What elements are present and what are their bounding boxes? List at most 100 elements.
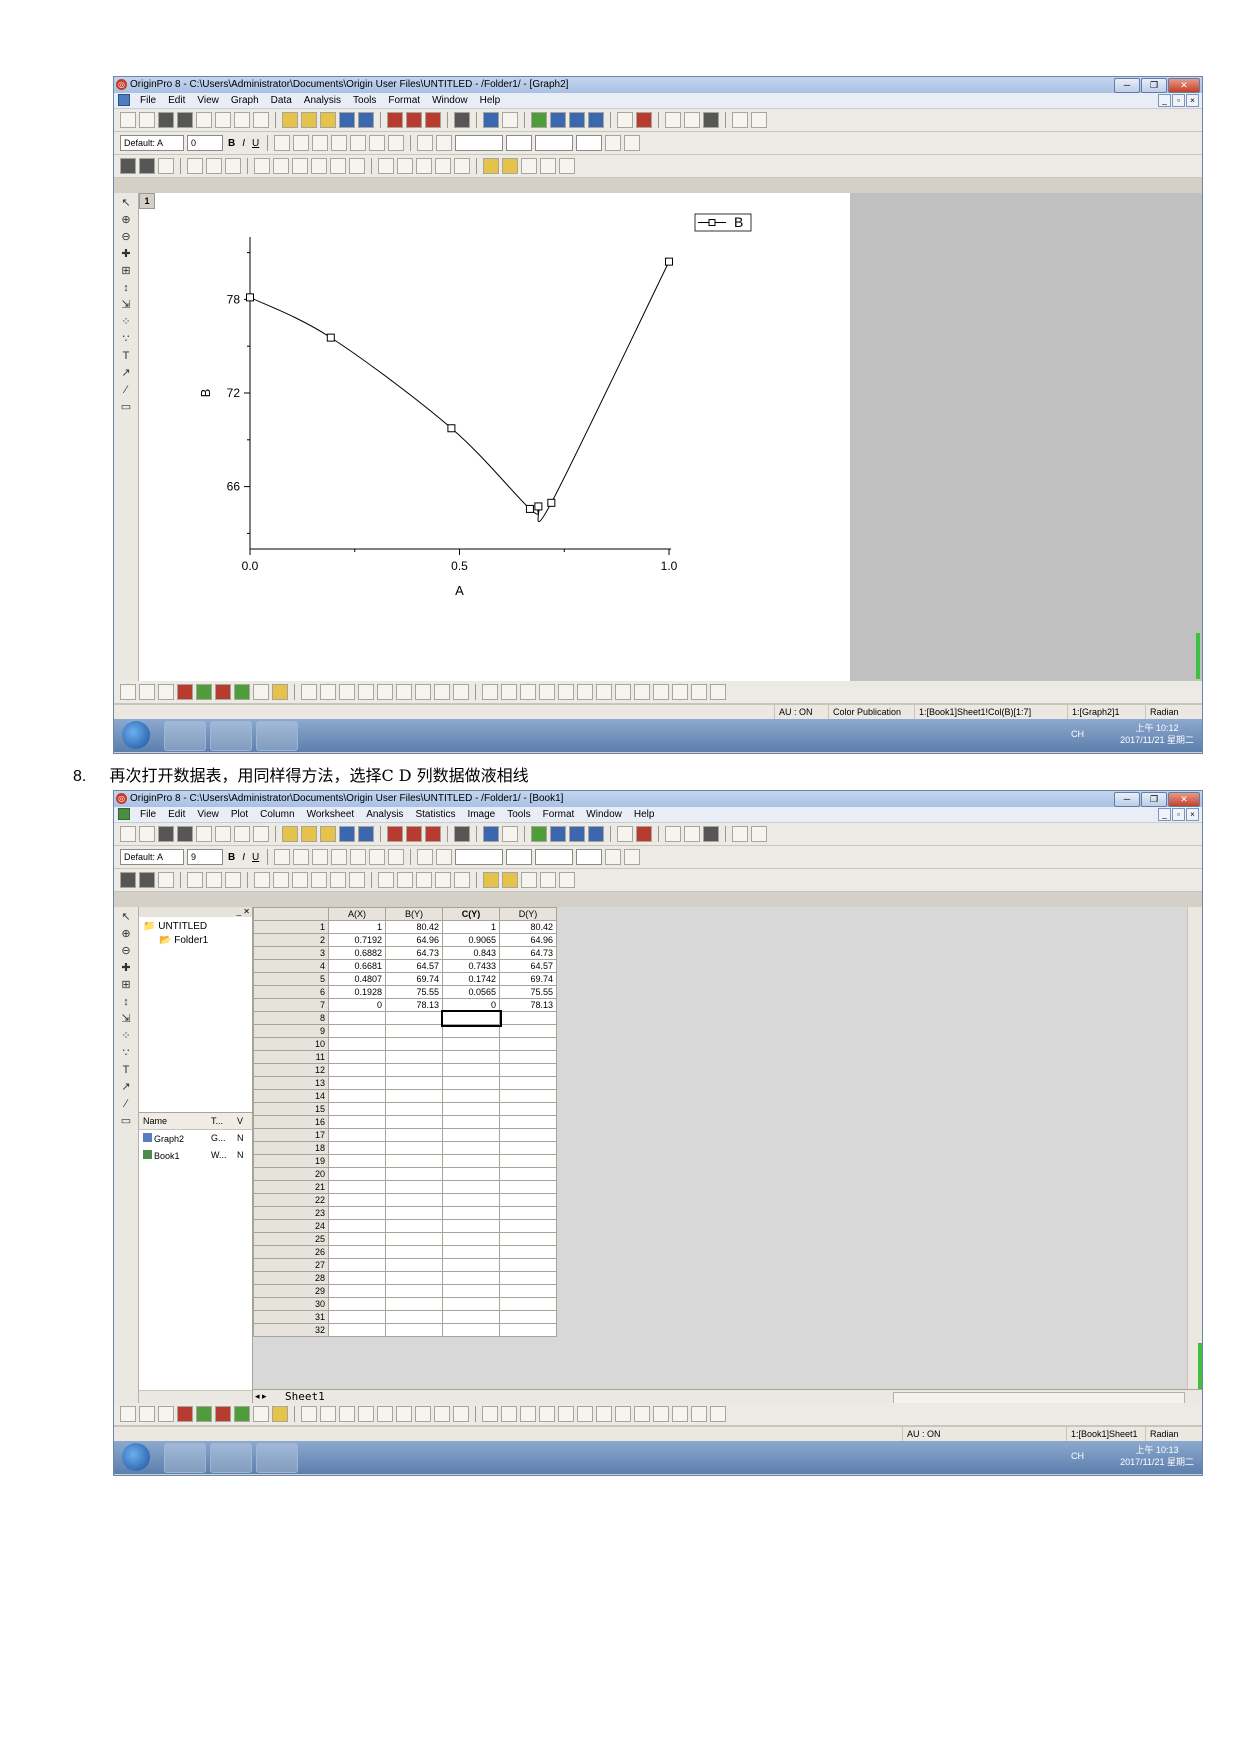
worksheet-cell[interactable] bbox=[442, 1219, 500, 1233]
worksheet-cell[interactable] bbox=[499, 1245, 557, 1259]
worksheet-cell[interactable] bbox=[385, 1076, 443, 1090]
font-size-field[interactable]: 0 bbox=[187, 135, 223, 151]
toolbar-button-icon[interactable] bbox=[320, 826, 336, 842]
toolbar-button-icon[interactable] bbox=[501, 1406, 517, 1422]
toolbar-button-icon[interactable] bbox=[502, 112, 518, 128]
worksheet-cell[interactable] bbox=[442, 1167, 500, 1181]
toolbar-button-icon[interactable] bbox=[158, 826, 174, 842]
toolbar-button-icon[interactable] bbox=[558, 684, 574, 700]
font-shrink-icon[interactable] bbox=[350, 135, 367, 151]
toolbar-button-icon[interactable] bbox=[634, 684, 650, 700]
arrow-tool-icon[interactable]: ↗ bbox=[119, 1080, 133, 1094]
menu-format[interactable]: Format bbox=[537, 807, 581, 822]
worksheet-cell[interactable] bbox=[499, 1076, 557, 1090]
worksheet-cell[interactable] bbox=[328, 1271, 386, 1285]
resize-grip[interactable] bbox=[1196, 633, 1200, 679]
menu-window[interactable]: Window bbox=[580, 807, 628, 822]
toolbar-button-icon[interactable] bbox=[358, 1406, 374, 1422]
toolbar-button-icon[interactable] bbox=[691, 684, 707, 700]
pattern-field[interactable] bbox=[535, 135, 574, 151]
toolbar-button-icon[interactable] bbox=[482, 1406, 498, 1422]
toolbar-button-icon[interactable] bbox=[120, 684, 136, 700]
worksheet-cell[interactable] bbox=[328, 1102, 386, 1116]
mask-icon[interactable]: ⁘ bbox=[119, 1029, 133, 1043]
line-tool-icon[interactable]: ∕ bbox=[119, 383, 133, 397]
data-reader-icon[interactable]: ⇲ bbox=[119, 298, 133, 312]
menu-tools[interactable]: Tools bbox=[347, 93, 382, 108]
worksheet-cell[interactable] bbox=[328, 1219, 386, 1233]
toolbar-button-icon[interactable] bbox=[177, 112, 193, 128]
mdi-minimize-button[interactable]: _ bbox=[1158, 94, 1171, 107]
toolbar-button-icon[interactable] bbox=[710, 684, 726, 700]
toolbar-button-icon[interactable] bbox=[691, 1406, 707, 1422]
row-header[interactable]: 31 bbox=[253, 1310, 329, 1324]
worksheet-cell[interactable] bbox=[499, 1037, 557, 1051]
toolbar-button-icon[interactable] bbox=[483, 112, 499, 128]
toolbar-button-icon[interactable] bbox=[531, 112, 547, 128]
scale-icon[interactable]: ↕ bbox=[119, 281, 133, 295]
data-reader-icon[interactable]: ⇲ bbox=[119, 1012, 133, 1026]
toolbar-button-icon[interactable] bbox=[339, 112, 355, 128]
toolbar-button-icon[interactable] bbox=[665, 112, 681, 128]
worksheet-cell[interactable]: 64.73 bbox=[499, 946, 557, 960]
menu-column[interactable]: Column bbox=[254, 807, 300, 822]
worksheet-cell[interactable]: 69.74 bbox=[385, 972, 443, 986]
toolbar-button-icon[interactable] bbox=[215, 684, 231, 700]
menu-edit[interactable]: Edit bbox=[162, 93, 191, 108]
worksheet-cell[interactable]: 75.55 bbox=[499, 985, 557, 999]
mdi-restore-button[interactable]: ▫ bbox=[1172, 94, 1185, 107]
data-point-marker[interactable] bbox=[246, 293, 254, 302]
row-header[interactable]: 14 bbox=[253, 1089, 329, 1103]
menu-plot[interactable]: Plot bbox=[225, 807, 254, 822]
toolbar-button-icon[interactable] bbox=[273, 872, 289, 888]
data-point-marker[interactable] bbox=[326, 333, 335, 342]
toolbar-button-icon[interactable] bbox=[540, 872, 556, 888]
line-width-field[interactable] bbox=[506, 849, 533, 865]
bold-button[interactable]: B bbox=[226, 852, 237, 863]
toolbar-button-icon[interactable] bbox=[358, 826, 374, 842]
worksheet-cell[interactable] bbox=[385, 1232, 443, 1246]
data-point-marker[interactable] bbox=[665, 257, 673, 266]
toolbar-button-icon[interactable] bbox=[531, 826, 547, 842]
toolbar-button-icon[interactable] bbox=[434, 1406, 450, 1422]
toolbar-button-icon[interactable] bbox=[254, 158, 270, 174]
screen-reader-icon[interactable]: ✚ bbox=[119, 961, 133, 975]
worksheet-cell[interactable]: 0 bbox=[442, 998, 500, 1012]
worksheet-cell[interactable] bbox=[328, 1258, 386, 1272]
worksheet-cell[interactable] bbox=[385, 1128, 443, 1142]
arrow-tool-icon[interactable]: ↗ bbox=[119, 366, 133, 380]
ie-taskbar-icon[interactable] bbox=[164, 721, 206, 751]
toolbar-button-icon[interactable] bbox=[387, 112, 403, 128]
worksheet-cell[interactable] bbox=[499, 1219, 557, 1233]
row-header[interactable]: 5 bbox=[253, 972, 329, 986]
worksheet-cell[interactable]: 0.4807 bbox=[328, 972, 386, 986]
toolbar-button-icon[interactable] bbox=[158, 158, 174, 174]
font-color-icon[interactable] bbox=[388, 135, 405, 151]
mdi-close-button[interactable]: × bbox=[1186, 808, 1199, 821]
fill-color-icon[interactable] bbox=[417, 135, 434, 151]
row-header[interactable]: 26 bbox=[253, 1245, 329, 1259]
worksheet-cell[interactable] bbox=[385, 1037, 443, 1051]
line-style-field[interactable] bbox=[455, 849, 504, 865]
toolbar-button-icon[interactable] bbox=[349, 872, 365, 888]
toolbar-button-icon[interactable] bbox=[120, 826, 136, 842]
worksheet-cell[interactable] bbox=[499, 1297, 557, 1311]
toolbar-button-icon[interactable] bbox=[577, 1406, 593, 1422]
border-icon[interactable] bbox=[624, 135, 641, 151]
worksheet-cell[interactable] bbox=[385, 1245, 443, 1259]
worksheet-cell[interactable]: 64.57 bbox=[385, 959, 443, 973]
font-size-field[interactable]: 9 bbox=[187, 849, 223, 865]
minimize-button[interactable]: ─ bbox=[1114, 78, 1140, 93]
toolbar-button-icon[interactable] bbox=[636, 826, 652, 842]
row-header[interactable]: 30 bbox=[253, 1297, 329, 1311]
worksheet-cell[interactable] bbox=[442, 1271, 500, 1285]
mdi-close-button[interactable]: × bbox=[1186, 94, 1199, 107]
toolbar-button-icon[interactable] bbox=[520, 684, 536, 700]
tree-item-untitled[interactable]: 📁 UNTITLED bbox=[143, 921, 248, 932]
toolbar-button-icon[interactable] bbox=[703, 826, 719, 842]
toolbar-button-icon[interactable] bbox=[187, 158, 203, 174]
line-color-icon[interactable] bbox=[436, 849, 453, 865]
worksheet-cell[interactable] bbox=[328, 1141, 386, 1155]
column-header[interactable]: D(Y) bbox=[499, 907, 557, 921]
toolbar-button-icon[interactable] bbox=[215, 826, 231, 842]
